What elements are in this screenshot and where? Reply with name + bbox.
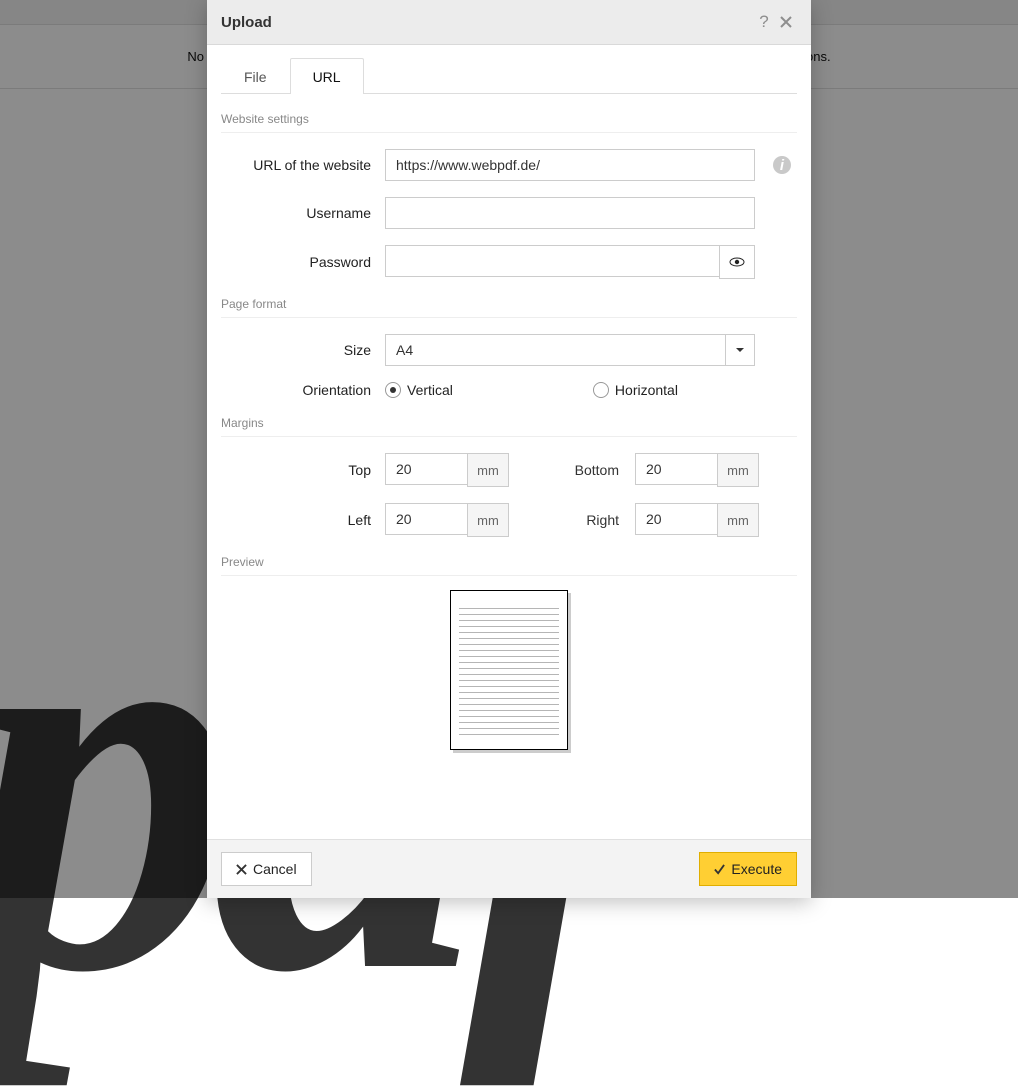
size-select[interactable]: A4: [385, 334, 755, 366]
chevron-down-icon: [725, 335, 754, 365]
radio-vertical-label: Vertical: [407, 382, 453, 398]
row-margin-bottom: Bottom mm: [539, 453, 797, 487]
tabs: File URL: [221, 57, 797, 94]
unit-mm: mm: [717, 453, 759, 487]
dialog-footer: Cancel Execute: [207, 839, 811, 898]
label-margin-left: Left: [221, 512, 385, 528]
size-select-value: A4: [386, 335, 725, 365]
page-preview: [450, 590, 568, 750]
label-password: Password: [221, 254, 385, 270]
margin-top-input[interactable]: [385, 453, 467, 485]
execute-button[interactable]: Execute: [699, 852, 797, 886]
section-page-format: Page format: [221, 297, 797, 318]
info-icon[interactable]: i: [773, 156, 791, 174]
upload-dialog: Upload ? File URL Website settings URL o…: [207, 0, 811, 898]
url-input[interactable]: [385, 149, 755, 181]
label-username: Username: [221, 205, 385, 221]
label-margin-right: Right: [539, 512, 635, 528]
margin-left-input[interactable]: [385, 503, 467, 535]
label-size: Size: [221, 342, 385, 358]
radio-vertical[interactable]: Vertical: [385, 382, 453, 398]
toggle-password-visibility-icon[interactable]: [719, 245, 755, 279]
cancel-button-label: Cancel: [253, 861, 297, 877]
label-url: URL of the website: [221, 157, 385, 173]
unit-mm: mm: [467, 453, 509, 487]
row-margin-right: Right mm: [539, 503, 797, 537]
row-size: Size A4: [221, 334, 797, 366]
password-input[interactable]: [385, 245, 719, 277]
cancel-button[interactable]: Cancel: [221, 852, 312, 886]
row-margin-top: Top mm: [221, 453, 509, 487]
row-url: URL of the website i: [221, 149, 797, 181]
unit-mm: mm: [467, 503, 509, 537]
label-orientation: Orientation: [221, 382, 385, 398]
row-password: Password: [221, 245, 797, 279]
help-icon[interactable]: ?: [753, 11, 775, 33]
dialog-title: Upload: [221, 14, 753, 31]
label-margin-top: Top: [221, 462, 385, 478]
margin-bottom-input[interactable]: [635, 453, 717, 485]
margin-right-input[interactable]: [635, 503, 717, 535]
dialog-body: File URL Website settings URL of the web…: [207, 45, 811, 839]
preview-area: [221, 590, 797, 760]
row-orientation: Orientation Vertical Horizontal: [221, 382, 797, 398]
username-input[interactable]: [385, 197, 755, 229]
section-margins: Margins: [221, 416, 797, 437]
row-margin-left: Left mm: [221, 503, 509, 537]
row-username: Username: [221, 197, 797, 229]
tab-file[interactable]: File: [221, 58, 290, 94]
radio-dot-icon: [593, 382, 609, 398]
radio-dot-icon: [385, 382, 401, 398]
execute-button-label: Execute: [731, 861, 782, 877]
close-icon[interactable]: [775, 11, 797, 33]
unit-mm: mm: [717, 503, 759, 537]
radio-horizontal-label: Horizontal: [615, 382, 678, 398]
label-margin-bottom: Bottom: [539, 462, 635, 478]
dialog-header: Upload ?: [207, 0, 811, 45]
section-preview: Preview: [221, 555, 797, 576]
section-website-settings: Website settings: [221, 112, 797, 133]
margins-grid: Top mm Bottom mm Left mm: [221, 453, 797, 537]
tab-url[interactable]: URL: [290, 58, 364, 94]
radio-horizontal[interactable]: Horizontal: [593, 382, 678, 398]
check-icon: [714, 864, 725, 875]
close-icon: [236, 864, 247, 875]
